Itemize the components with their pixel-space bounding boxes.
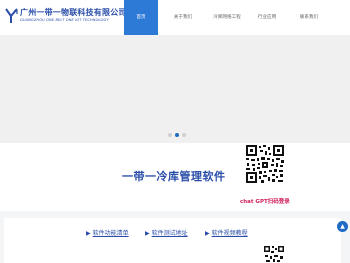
nav-industry-applications[interactable]: 行业应用: [250, 0, 284, 35]
company-english-name: GUANGZHOU ONE BELT ONE IOT TECHNOLOGY: [20, 18, 109, 22]
carousel-dot-active[interactable]: [175, 133, 179, 137]
qr-login-caption: chat GPT扫码登录: [240, 199, 290, 205]
qr-code-image-small: [263, 245, 285, 263]
header: 广州一带一物联科技有限公司 GUANGZHOU ONE BELT ONE IOT…: [0, 0, 350, 35]
nav-home[interactable]: 首页: [124, 0, 158, 35]
links-panel: [4, 218, 341, 263]
hero-banner[interactable]: [0, 35, 350, 143]
arrow-icon: ▶: [86, 230, 91, 237]
link-software-feature-list[interactable]: ▶ 软件功能清单: [86, 228, 129, 237]
arrow-icon: ▶: [145, 230, 150, 237]
floating-arrow-icon[interactable]: ▲: [337, 221, 348, 232]
carousel-dot[interactable]: [182, 133, 186, 137]
link-software-test-address[interactable]: ▶ 软件测试地址: [145, 228, 188, 237]
nav-contact[interactable]: 联系我们: [292, 0, 326, 35]
software-heading: 一带一冷库管理软件: [122, 170, 226, 183]
carousel-dot[interactable]: [168, 133, 172, 137]
link-software-video-tutorial[interactable]: ▶ 软件视频教程: [205, 228, 248, 237]
link-label: 软件功能清单: [92, 230, 129, 237]
nav-cold-storage-engineering[interactable]: 冷库网络工程: [208, 0, 246, 35]
company-name: 广州一带一物联科技有限公司: [20, 8, 127, 17]
arrow-icon: ▶: [205, 230, 210, 237]
link-label: 软件视频教程: [211, 230, 248, 237]
link-label: 软件测试地址: [151, 230, 188, 237]
qr-code-image: [245, 144, 285, 184]
company-logo-icon[interactable]: [5, 8, 18, 24]
nav-about[interactable]: 关于我们: [166, 0, 200, 35]
